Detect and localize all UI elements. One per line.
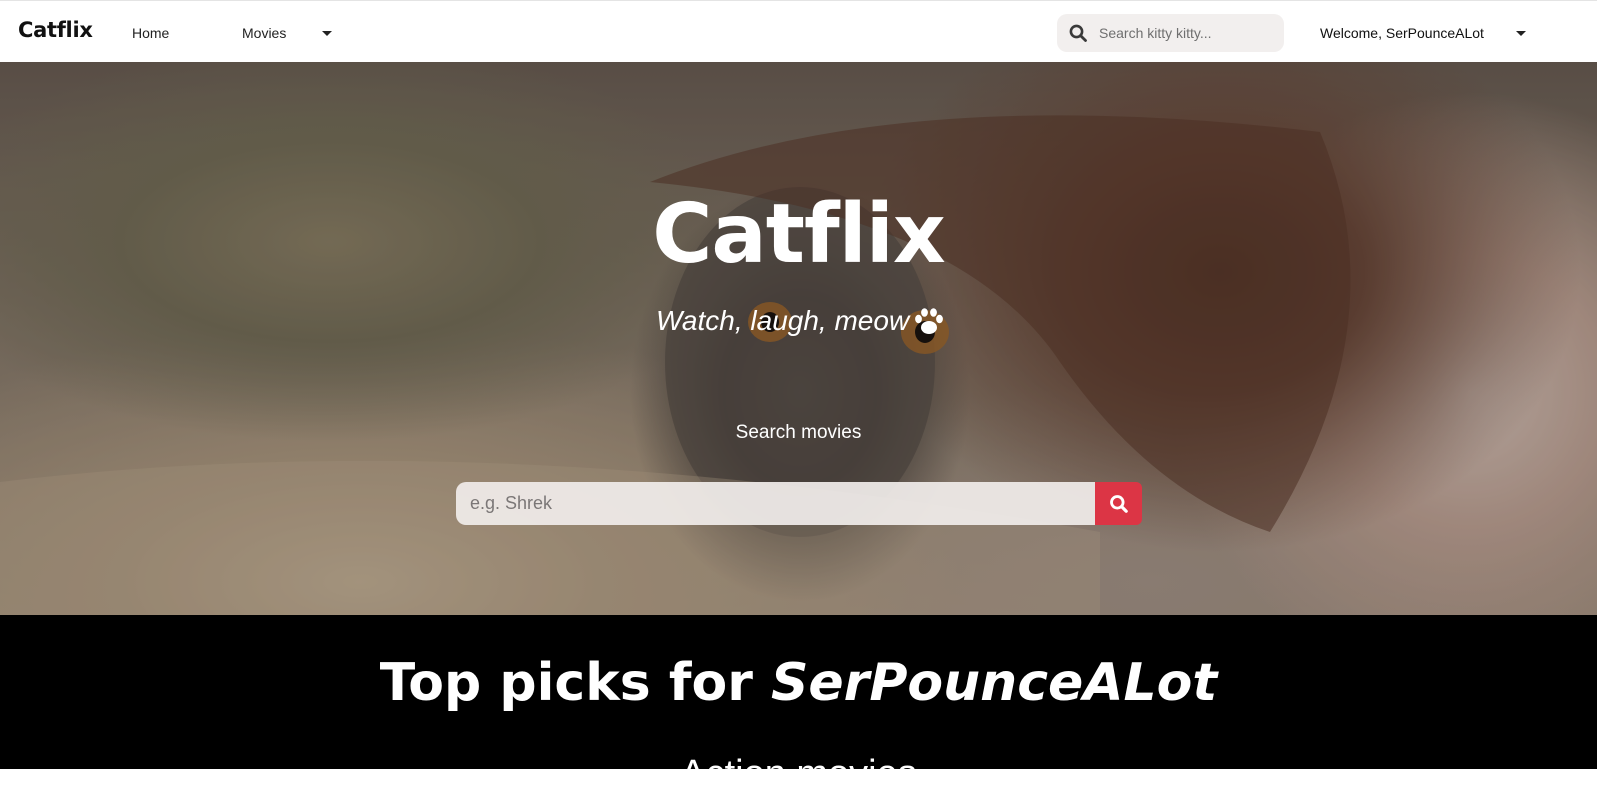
movie-search-input[interactable] xyxy=(456,482,1096,525)
category-heading: Action movies xyxy=(680,753,917,795)
hero-search-label: Search movies xyxy=(735,422,862,443)
nav-search-box xyxy=(1057,14,1284,52)
top-picks-heading-user: SerPounceALot xyxy=(770,653,1218,713)
nav-link-movies[interactable]: Movies xyxy=(242,25,286,41)
user-menu-caret-icon[interactable] xyxy=(1516,31,1526,36)
movie-search-button[interactable] xyxy=(1095,482,1142,525)
search-icon xyxy=(1109,494,1128,513)
movies-dropdown-caret-icon[interactable] xyxy=(322,31,332,36)
hero-search-form xyxy=(456,482,1142,525)
top-picks-section: Top picks for SerPounceALot Action movie… xyxy=(0,615,1597,793)
search-icon xyxy=(1069,24,1087,47)
paw-icon xyxy=(914,308,944,341)
user-menu-welcome[interactable]: Welcome, SerPounceALot xyxy=(1320,25,1484,41)
top-picks-heading-prefix: Top picks for xyxy=(379,653,771,713)
nav-search-input[interactable] xyxy=(1099,14,1274,52)
hero-content: Catflix Watch, laugh, meow Search movies xyxy=(0,62,1597,615)
nav-link-home[interactable]: Home xyxy=(132,25,169,41)
brand-logo[interactable]: Catflix xyxy=(18,18,93,42)
hero-banner: Catflix Watch, laugh, meow Search movies xyxy=(0,62,1597,615)
hero-title: Catflix xyxy=(652,187,946,282)
top-picks-heading: Top picks for SerPounceALot xyxy=(0,657,1597,709)
hero-tagline: Watch, laugh, meow xyxy=(656,305,910,336)
top-navbar: Catflix Home Movies Welcome, SerPounceAL… xyxy=(0,0,1597,62)
